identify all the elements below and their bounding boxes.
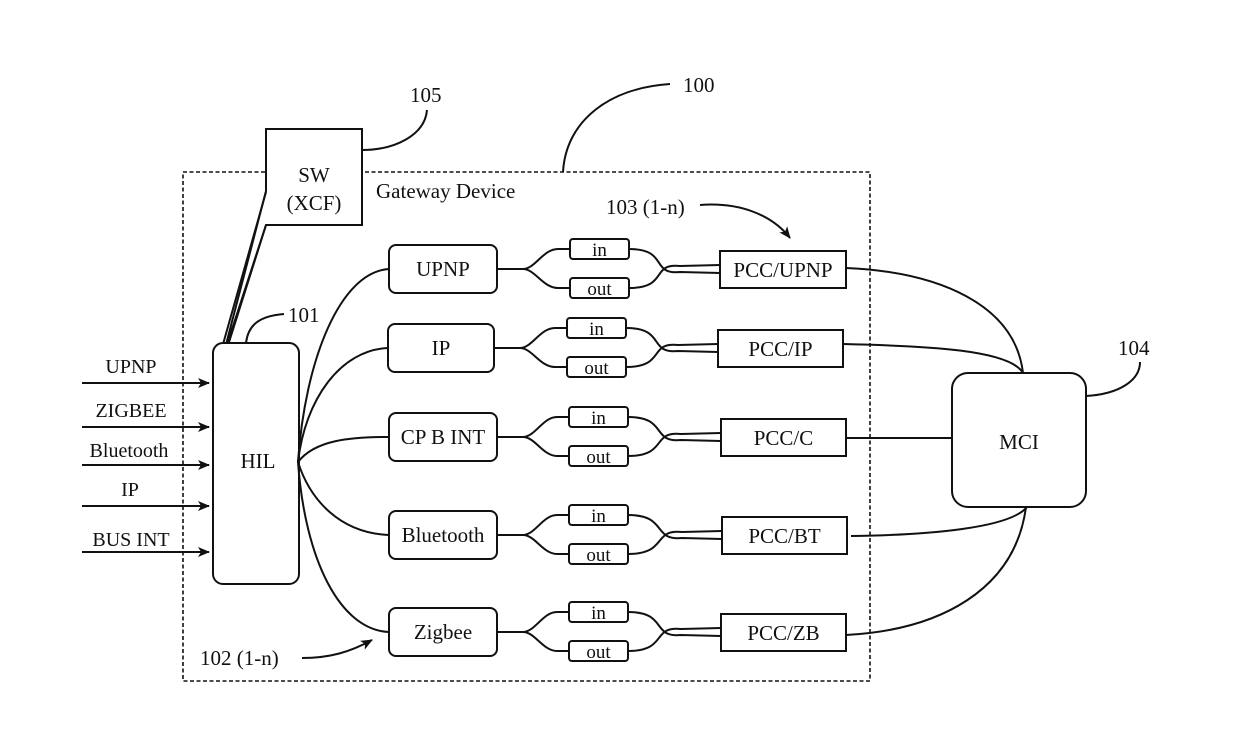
input-label-ip: IP bbox=[121, 479, 139, 501]
ref-104-leader bbox=[1085, 361, 1141, 397]
ref-100-leader bbox=[562, 83, 671, 173]
protocol-label-upnp: UPNP bbox=[416, 257, 470, 281]
hil-label: HIL bbox=[241, 449, 276, 473]
software-callout-pointer bbox=[217, 191, 267, 363]
out-port-label-bluetooth: out bbox=[586, 545, 611, 566]
in-port-label-zigbee: in bbox=[591, 603, 606, 624]
gateway-device-label: Gateway Device bbox=[376, 179, 515, 203]
out-port-label-zigbee: out bbox=[586, 642, 611, 663]
input-label-upnp: UPNP bbox=[105, 356, 156, 378]
split-line-out-upnp bbox=[522, 268, 570, 289]
merge-line-in-ip bbox=[625, 327, 719, 353]
pcc-label-ip: PCC/IP bbox=[748, 337, 812, 361]
in-port-label-ip: in bbox=[589, 319, 604, 340]
channel-rows: UPNP in out PCC/UPNP IP in out PCC/IP CP B INT in… bbox=[387, 238, 848, 663]
split-line-out-cp-b-int bbox=[522, 436, 569, 457]
merge-line-out-bluetooth bbox=[627, 530, 723, 555]
connector-pcc-bt-mci bbox=[850, 506, 1028, 537]
merge-line-in-bluetooth bbox=[627, 514, 723, 540]
channel-row-cp-b-int: CP B INT in out PCC/C bbox=[388, 406, 847, 468]
merge-line-out-cp-b-int bbox=[627, 432, 722, 457]
ref-101-leader bbox=[245, 313, 285, 344]
ref-101-label: 101 bbox=[288, 303, 320, 327]
input-label-zigbee: ZIGBEE bbox=[95, 400, 166, 422]
input-label-bluetooth: Bluetooth bbox=[90, 440, 169, 462]
in-port-label-cp-b-int: in bbox=[591, 408, 606, 429]
ref-105-label: 105 bbox=[410, 83, 442, 107]
ref-103-arrow bbox=[699, 203, 791, 239]
channel-row-ip: IP in out PCC/IP bbox=[387, 317, 844, 379]
in-port-label-upnp: in bbox=[592, 240, 607, 261]
merge-line-in-zigbee bbox=[627, 611, 722, 637]
split-line-in-ip bbox=[494, 327, 567, 349]
channel-row-bluetooth: Bluetooth in out PCC/BT bbox=[388, 504, 848, 566]
merge-line-in-cp-b-int bbox=[627, 416, 722, 442]
split-line-out-bluetooth bbox=[522, 534, 569, 555]
input-arrows: UPNP ZIGBEE Bluetooth IP BUS INT bbox=[82, 356, 210, 557]
pcc-label-zigbee: PCC/ZB bbox=[747, 621, 819, 645]
merge-line-out-upnp bbox=[628, 264, 721, 289]
connector-hil-bluetooth bbox=[297, 461, 390, 536]
ref-102-arrow bbox=[301, 639, 373, 659]
connector-hil-zigbee bbox=[297, 461, 390, 633]
pcc-label-bluetooth: PCC/BT bbox=[748, 524, 821, 548]
input-label-bus-int: BUS INT bbox=[92, 529, 169, 551]
ref-100-label: 100 bbox=[683, 73, 715, 97]
protocol-label-bluetooth: Bluetooth bbox=[402, 523, 485, 547]
protocol-label-zigbee: Zigbee bbox=[414, 620, 472, 644]
split-line-out-zigbee bbox=[522, 631, 569, 652]
channel-row-zigbee: Zigbee in out PCC/ZB bbox=[388, 601, 847, 663]
merge-line-out-zigbee bbox=[627, 627, 722, 652]
split-line-in-cp-b-int bbox=[497, 416, 569, 438]
split-line-in-bluetooth bbox=[497, 514, 569, 536]
gateway-diagram: Gateway Device 100 SW (XCF) 105 HIL 101 … bbox=[82, 73, 1150, 682]
channel-row-upnp: UPNP in out PCC/UPNP bbox=[388, 238, 847, 300]
in-port-label-bluetooth: in bbox=[591, 506, 606, 527]
split-line-in-upnp bbox=[497, 248, 570, 270]
out-port-label-cp-b-int: out bbox=[586, 447, 611, 468]
ref-105-leader bbox=[361, 109, 428, 151]
software-label-line2: (XCF) bbox=[287, 191, 342, 215]
pcc-label-cp-b-int: PCC/C bbox=[754, 426, 814, 450]
software-label-line1: SW bbox=[298, 163, 330, 187]
pcc-label-upnp: PCC/UPNP bbox=[733, 258, 832, 282]
merge-line-in-upnp bbox=[628, 248, 721, 274]
ref-104-label: 104 bbox=[1118, 336, 1150, 360]
connector-hil-ip bbox=[297, 347, 389, 463]
ref-102-label: 102 (1-n) bbox=[200, 646, 279, 670]
split-line-in-zigbee bbox=[497, 611, 569, 633]
merge-line-out-ip bbox=[625, 343, 719, 368]
protocol-label-cp-b-int: CP B INT bbox=[401, 425, 486, 449]
split-line-out-ip bbox=[519, 347, 567, 368]
connector-hil-cpbint bbox=[297, 436, 390, 463]
connector-pcc-zb-mci bbox=[845, 506, 1027, 636]
out-port-label-ip: out bbox=[584, 358, 609, 379]
mci-label: MCI bbox=[999, 430, 1039, 454]
out-port-label-upnp: out bbox=[587, 279, 612, 300]
ref-103-label: 103 (1-n) bbox=[606, 195, 685, 219]
protocol-label-ip: IP bbox=[432, 336, 451, 360]
